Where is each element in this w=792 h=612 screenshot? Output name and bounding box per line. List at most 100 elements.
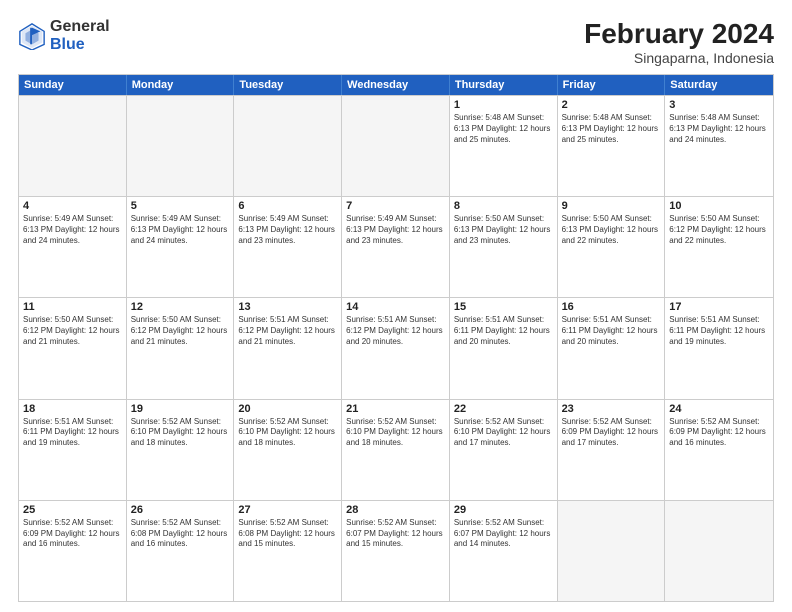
- day-number: 9: [562, 200, 661, 212]
- logo-icon: [18, 22, 46, 50]
- day-number: 21: [346, 403, 445, 415]
- header-day-thursday: Thursday: [450, 75, 558, 95]
- calendar-week-1: 1Sunrise: 5:48 AM Sunset: 6:13 PM Daylig…: [19, 95, 773, 196]
- calendar-cell: 19 Sunrise: 5:52 AM Sunset: 6:10 PM Dayli…: [127, 400, 235, 500]
- calendar-cell: 1Sunrise: 5:48 AM Sunset: 6:13 PM Daylig…: [450, 96, 558, 196]
- calendar: SundayMondayTuesdayWednesdayThursdayFrid…: [18, 74, 774, 602]
- day-info: Sunrise: 5:52 AM Sunset: 6:09 PM Dayligh…: [669, 417, 769, 449]
- day-number: 28: [346, 504, 445, 516]
- header-day-sunday: Sunday: [19, 75, 127, 95]
- calendar-week-5: 25Sunrise: 5:52 AM Sunset: 6:09 PM Dayli…: [19, 500, 773, 601]
- header-day-saturday: Saturday: [665, 75, 773, 95]
- title-block: February 2024 Singaparna, Indonesia: [584, 18, 774, 66]
- day-number: 25: [23, 504, 122, 516]
- day-info: Sunrise: 5:49 AM Sunset: 6:13 PM Dayligh…: [131, 214, 230, 246]
- day-info: Sunrise: 5:50 AM Sunset: 6:13 PM Dayligh…: [562, 214, 661, 246]
- day-number: 14: [346, 301, 445, 313]
- day-info: Sunrise: 5:50 AM Sunset: 6:13 PM Dayligh…: [454, 214, 553, 246]
- calendar-cell: 9 Sunrise: 5:50 AM Sunset: 6:13 PM Daylig…: [558, 197, 666, 297]
- day-info: Sunrise: 5:49 AM Sunset: 6:13 PM Dayligh…: [238, 214, 337, 246]
- day-number: 16: [562, 301, 661, 313]
- calendar-week-4: 18 Sunrise: 5:51 AM Sunset: 6:11 PM Dayli…: [19, 399, 773, 500]
- calendar-cell: 18 Sunrise: 5:51 AM Sunset: 6:11 PM Dayli…: [19, 400, 127, 500]
- calendar-cell: 17 Sunrise: 5:51 AM Sunset: 6:11 PM Dayli…: [665, 298, 773, 398]
- calendar-cell: 12 Sunrise: 5:50 AM Sunset: 6:12 PM Dayli…: [127, 298, 235, 398]
- calendar-cell: 16 Sunrise: 5:51 AM Sunset: 6:11 PM Dayli…: [558, 298, 666, 398]
- day-info: Sunrise: 5:51 AM Sunset: 6:12 PM Dayligh…: [346, 315, 445, 347]
- day-number: 18: [23, 403, 122, 415]
- calendar-cell: [558, 501, 666, 601]
- calendar-title: February 2024: [584, 18, 774, 50]
- day-number: 11: [23, 301, 122, 313]
- day-number: 12: [131, 301, 230, 313]
- day-info: Sunrise: 5:51 AM Sunset: 6:11 PM Dayligh…: [669, 315, 769, 347]
- calendar-cell: 27 Sunrise: 5:52 AM Sunset: 6:08 PM Dayli…: [234, 501, 342, 601]
- day-info: Sunrise: 5:48 AM Sunset: 6:13 PM Dayligh…: [454, 113, 553, 145]
- calendar-cell: 21 Sunrise: 5:52 AM Sunset: 6:10 PM Dayli…: [342, 400, 450, 500]
- day-info: Sunrise: 5:50 AM Sunset: 6:12 PM Dayligh…: [23, 315, 122, 347]
- logo: General Blue: [18, 18, 110, 53]
- day-info: Sunrise: 5:49 AM Sunset: 6:13 PM Dayligh…: [23, 214, 122, 246]
- calendar-cell: 23Sunrise: 5:52 AM Sunset: 6:09 PM Dayli…: [558, 400, 666, 500]
- day-info: Sunrise: 5:52 AM Sunset: 6:08 PM Dayligh…: [131, 518, 230, 550]
- day-info: Sunrise: 5:48 AM Sunset: 6:13 PM Dayligh…: [562, 113, 661, 145]
- header-day-wednesday: Wednesday: [342, 75, 450, 95]
- day-info: Sunrise: 5:52 AM Sunset: 6:10 PM Dayligh…: [131, 417, 230, 449]
- day-number: 19: [131, 403, 230, 415]
- calendar-subtitle: Singaparna, Indonesia: [584, 50, 774, 66]
- calendar-cell: 6 Sunrise: 5:49 AM Sunset: 6:13 PM Daylig…: [234, 197, 342, 297]
- header: General Blue February 2024 Singaparna, I…: [18, 18, 774, 66]
- calendar-body: 1Sunrise: 5:48 AM Sunset: 6:13 PM Daylig…: [19, 95, 773, 601]
- calendar-cell: 2 Sunrise: 5:48 AM Sunset: 6:13 PM Daylig…: [558, 96, 666, 196]
- header-day-tuesday: Tuesday: [234, 75, 342, 95]
- day-number: 27: [238, 504, 337, 516]
- day-number: 20: [238, 403, 337, 415]
- calendar-cell: [342, 96, 450, 196]
- day-info: Sunrise: 5:51 AM Sunset: 6:11 PM Dayligh…: [562, 315, 661, 347]
- day-info: Sunrise: 5:50 AM Sunset: 6:12 PM Dayligh…: [131, 315, 230, 347]
- calendar-week-3: 11 Sunrise: 5:50 AM Sunset: 6:12 PM Dayli…: [19, 297, 773, 398]
- calendar-cell: 20 Sunrise: 5:52 AM Sunset: 6:10 PM Dayli…: [234, 400, 342, 500]
- day-info: Sunrise: 5:52 AM Sunset: 6:10 PM Dayligh…: [346, 417, 445, 449]
- calendar-cell: 4 Sunrise: 5:49 AM Sunset: 6:13 PM Daylig…: [19, 197, 127, 297]
- calendar-cell: [127, 96, 235, 196]
- calendar-cell: 10Sunrise: 5:50 AM Sunset: 6:12 PM Dayli…: [665, 197, 773, 297]
- day-number: 13: [238, 301, 337, 313]
- day-number: 2: [562, 99, 661, 111]
- day-number: 8: [454, 200, 553, 212]
- day-info: Sunrise: 5:48 AM Sunset: 6:13 PM Dayligh…: [669, 113, 769, 145]
- calendar-cell: 24 Sunrise: 5:52 AM Sunset: 6:09 PM Dayli…: [665, 400, 773, 500]
- day-number: 29: [454, 504, 553, 516]
- day-number: 24: [669, 403, 769, 415]
- day-number: 17: [669, 301, 769, 313]
- day-number: 4: [23, 200, 122, 212]
- calendar-cell: 8 Sunrise: 5:50 AM Sunset: 6:13 PM Daylig…: [450, 197, 558, 297]
- calendar-cell: [19, 96, 127, 196]
- day-info: Sunrise: 5:52 AM Sunset: 6:08 PM Dayligh…: [238, 518, 337, 550]
- day-info: Sunrise: 5:52 AM Sunset: 6:07 PM Dayligh…: [454, 518, 553, 550]
- calendar-cell: 25Sunrise: 5:52 AM Sunset: 6:09 PM Dayli…: [19, 501, 127, 601]
- page: General Blue February 2024 Singaparna, I…: [0, 0, 792, 612]
- day-number: 26: [131, 504, 230, 516]
- day-info: Sunrise: 5:51 AM Sunset: 6:11 PM Dayligh…: [23, 417, 122, 449]
- calendar-cell: 5Sunrise: 5:49 AM Sunset: 6:13 PM Daylig…: [127, 197, 235, 297]
- calendar-cell: 13Sunrise: 5:51 AM Sunset: 6:12 PM Dayli…: [234, 298, 342, 398]
- calendar-cell: 15 Sunrise: 5:51 AM Sunset: 6:11 PM Dayli…: [450, 298, 558, 398]
- calendar-cell: [665, 501, 773, 601]
- day-info: Sunrise: 5:52 AM Sunset: 6:10 PM Dayligh…: [238, 417, 337, 449]
- calendar-cell: 26 Sunrise: 5:52 AM Sunset: 6:08 PM Dayli…: [127, 501, 235, 601]
- day-info: Sunrise: 5:51 AM Sunset: 6:11 PM Dayligh…: [454, 315, 553, 347]
- header-day-monday: Monday: [127, 75, 235, 95]
- day-number: 15: [454, 301, 553, 313]
- calendar-cell: 11 Sunrise: 5:50 AM Sunset: 6:12 PM Dayli…: [19, 298, 127, 398]
- logo-blue-text: Blue: [50, 36, 85, 53]
- day-info: Sunrise: 5:50 AM Sunset: 6:12 PM Dayligh…: [669, 214, 769, 246]
- calendar-cell: 14 Sunrise: 5:51 AM Sunset: 6:12 PM Dayli…: [342, 298, 450, 398]
- day-number: 6: [238, 200, 337, 212]
- calendar-header-row: SundayMondayTuesdayWednesdayThursdayFrid…: [19, 75, 773, 95]
- day-number: 23: [562, 403, 661, 415]
- day-number: 7: [346, 200, 445, 212]
- logo-general-text: General: [50, 18, 110, 35]
- calendar-cell: 29 Sunrise: 5:52 AM Sunset: 6:07 PM Dayli…: [450, 501, 558, 601]
- calendar-cell: 3Sunrise: 5:48 AM Sunset: 6:13 PM Daylig…: [665, 96, 773, 196]
